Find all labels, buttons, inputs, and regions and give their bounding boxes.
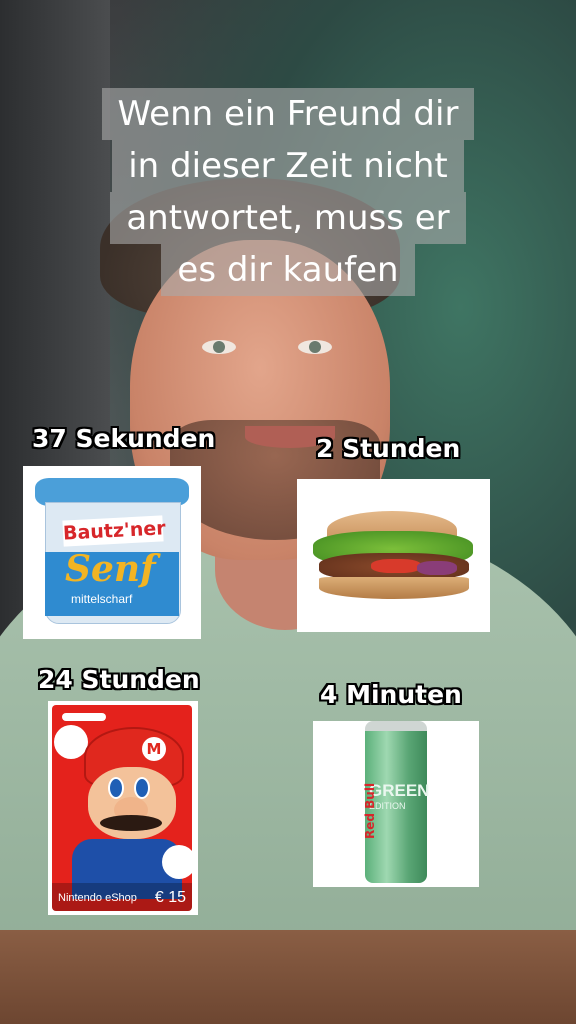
- mario-mustache: [100, 815, 162, 831]
- doner-image: [297, 479, 490, 632]
- eshop-card: M Nintendo eShop € 15: [52, 705, 192, 911]
- mustard-brand: Bautz'ner: [62, 515, 167, 547]
- redbull-can-top: [365, 721, 427, 731]
- mustard-image: Bautz'ner Senf mittelscharf: [23, 466, 201, 639]
- caption-line: in dieser Zeit nicht: [112, 140, 464, 192]
- mustard-tub: Bautz'ner Senf mittelscharf: [35, 478, 189, 626]
- redbull-can-text: GREEN: [369, 781, 430, 800]
- caption-line: Wenn ein Freund dir: [101, 88, 475, 140]
- desk: [0, 930, 576, 1024]
- mustard-name: Senf: [65, 548, 156, 590]
- mario-glove-left: [54, 725, 88, 759]
- eshop-slot: [62, 713, 106, 721]
- caption: Wenn ein Freund dir in dieser Zeit nicht…: [0, 88, 576, 296]
- mario-m-logo-icon: M: [142, 737, 166, 761]
- time-label-mustard: 37 Sekunden: [32, 424, 216, 453]
- mario-eye: [134, 777, 150, 799]
- person-eye-left: [202, 340, 236, 354]
- caption-line: es dir kaufen: [161, 244, 415, 296]
- time-label-doner: 2 Stunden: [316, 434, 461, 463]
- mario-eye: [108, 777, 124, 799]
- eshop-card-image: M Nintendo eShop € 15: [48, 701, 198, 915]
- mario-glove-right: [162, 845, 192, 879]
- redbull-image: GREEN EDITION Red Bull: [313, 721, 479, 887]
- time-label-redbull: 4 Minuten: [320, 680, 462, 709]
- doner-tomato: [371, 559, 421, 573]
- caption-line: antwortet, muss er: [110, 192, 466, 244]
- person-eye-right: [298, 340, 332, 354]
- doner-onion: [417, 561, 457, 575]
- eshop-name: Nintendo eShop: [58, 892, 137, 904]
- doner-bun-bottom: [319, 577, 469, 599]
- redbull-brand: Red Bull: [363, 782, 377, 839]
- mustard-sub: mittelscharf: [71, 592, 133, 606]
- time-label-eshop: 24 Stunden: [38, 665, 200, 694]
- eshop-price: € 15: [154, 889, 186, 906]
